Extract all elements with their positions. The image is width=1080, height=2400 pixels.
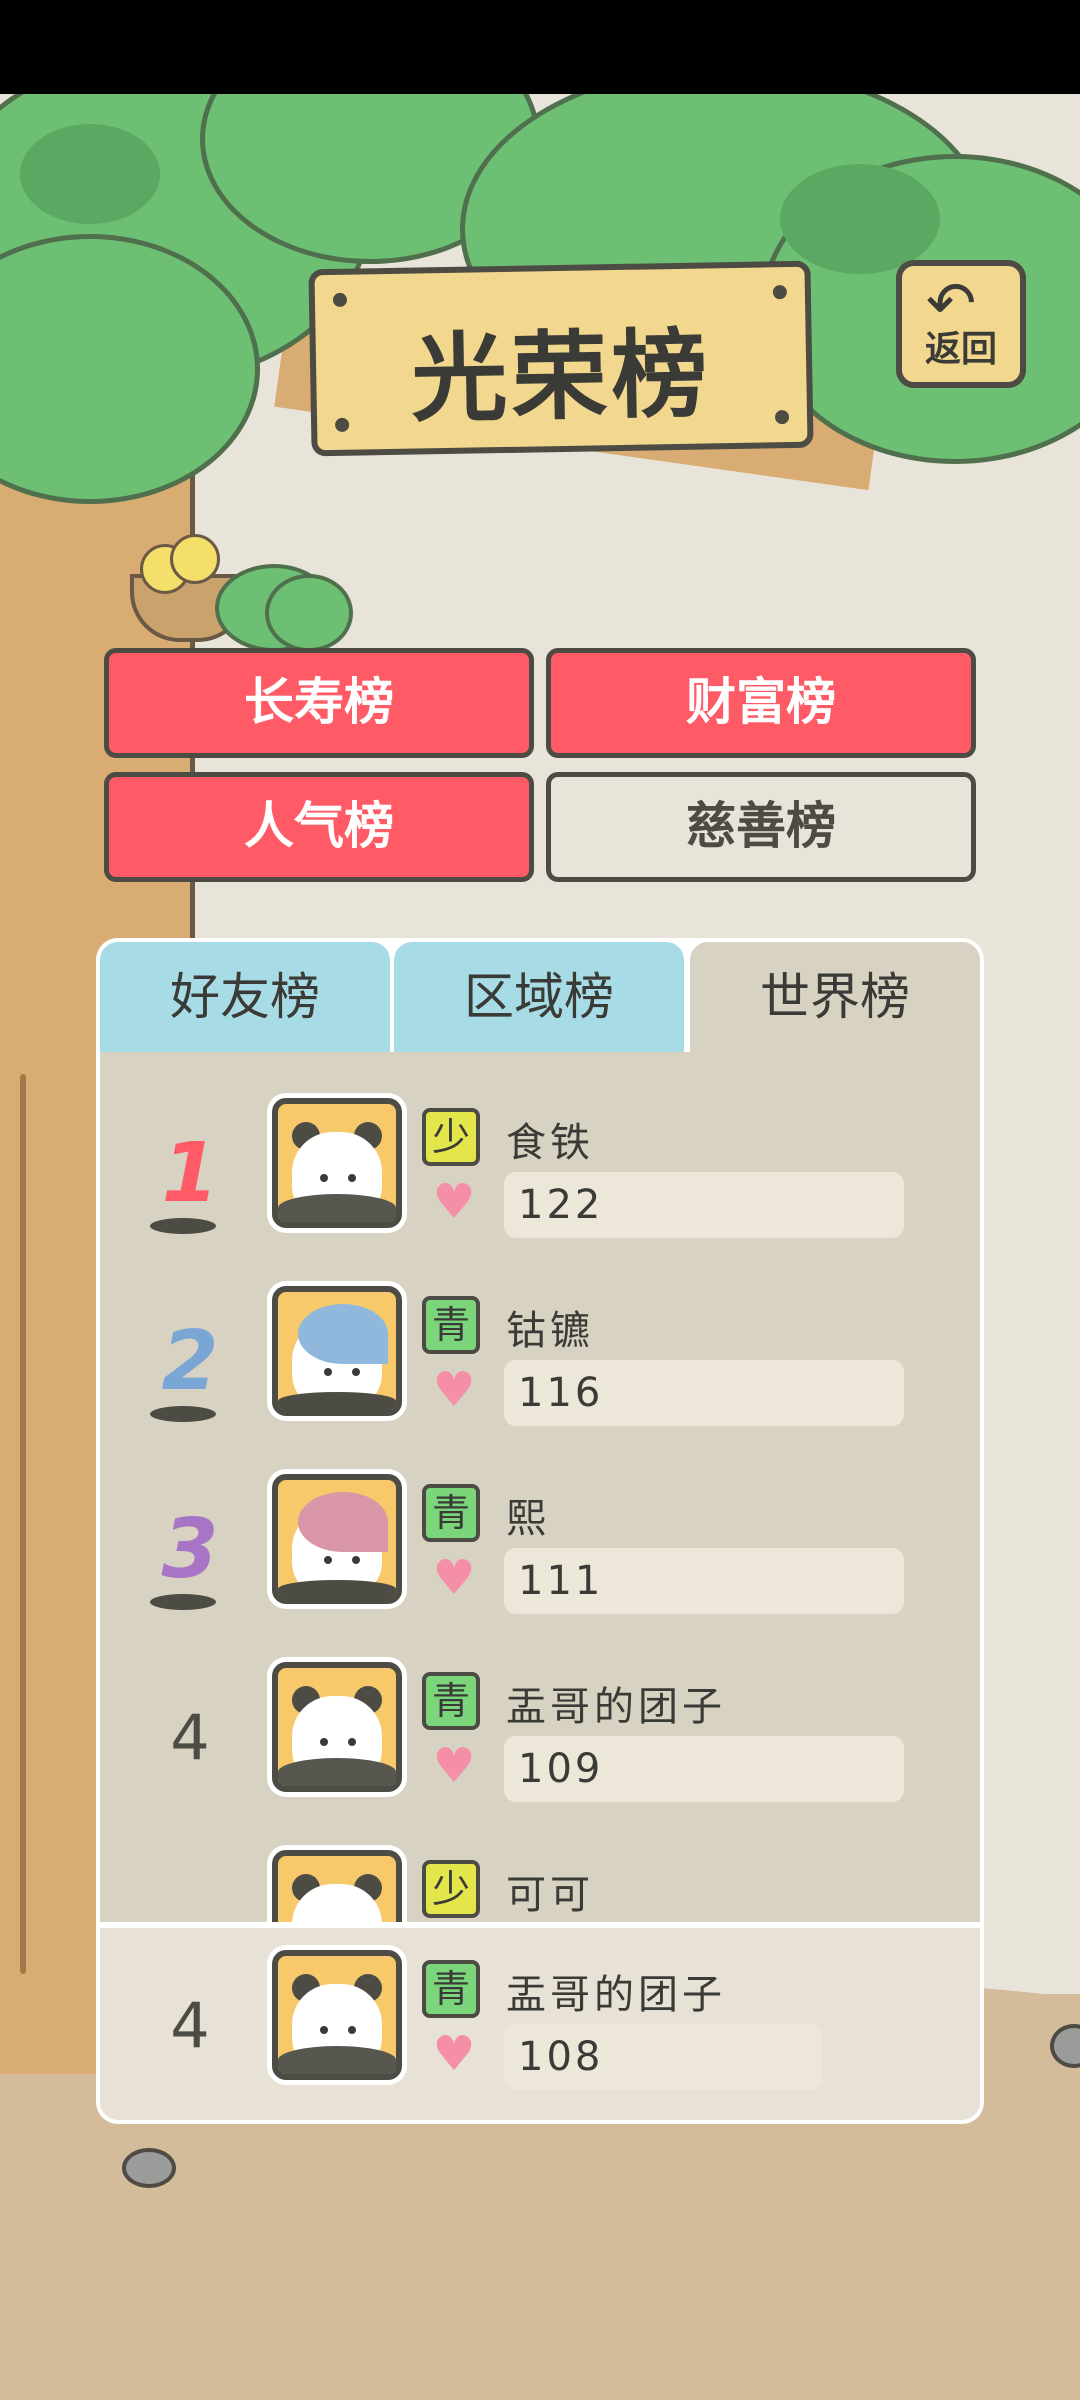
score-value: 122 — [518, 1182, 604, 1228]
growth-stage-badge: 青 — [422, 1672, 480, 1730]
growth-stage-badge: 青 — [422, 1484, 480, 1542]
pink-fin-avatar[interactable] — [272, 1474, 402, 1604]
ranking-row: 3 青 ♥ 熙 111 — [100, 1474, 980, 1662]
player-name: 熙 — [506, 1496, 550, 1542]
panda-avatar[interactable] — [272, 1098, 402, 1228]
leaderboard-panel: 好友榜 区域榜 世界榜 1 少 ♥ 食铁 122 2 青 ♥ 钴镳 116 3 … — [96, 938, 984, 2124]
category-popularity-button[interactable]: 人气榜 — [104, 772, 534, 882]
player-name: 食铁 — [506, 1120, 594, 1166]
player-name: 钴镳 — [506, 1308, 594, 1354]
blue-fin-avatar[interactable] — [272, 1286, 402, 1416]
my-rank-number: 4 — [170, 1989, 210, 2062]
title-sign: 光荣榜 — [308, 260, 814, 457]
player-name: 盂哥的团子 — [506, 1972, 726, 2018]
heart-icon: ♥ — [432, 2026, 476, 2082]
stone — [122, 2148, 176, 2188]
player-name: 可可 — [506, 1872, 594, 1918]
back-button[interactable]: ↶ 返回 — [896, 260, 1026, 388]
chick — [170, 534, 220, 584]
back-button-label: 返回 — [924, 329, 997, 370]
score-value: 109 — [518, 1746, 604, 1792]
score-value: 116 — [518, 1370, 604, 1416]
rank-number: 2 — [161, 1314, 219, 1409]
score-bar: 116 — [504, 1360, 904, 1426]
ranking-row: 2 青 ♥ 钴镳 116 — [100, 1286, 980, 1474]
rank-number: 3 — [161, 1502, 219, 1597]
player-name: 盂哥的团子 — [506, 1684, 726, 1730]
category-longevity-button[interactable]: 长寿榜 — [104, 648, 534, 758]
ranking-row: 少 可可 — [100, 1850, 980, 1922]
tab-world[interactable]: 世界榜 — [690, 942, 980, 1052]
score-value: 108 — [518, 2034, 604, 2080]
leaf-shade — [780, 164, 940, 274]
growth-stage-badge: 少 — [422, 1860, 480, 1918]
leaf-shade — [20, 124, 160, 224]
growth-stage-badge: 青 — [422, 1960, 480, 2018]
score-bar: 111 — [504, 1548, 904, 1614]
heart-icon: ♥ — [432, 1550, 476, 1606]
tree-bush — [265, 574, 353, 652]
heart-icon: ♥ — [432, 1362, 476, 1418]
heart-icon: ♥ — [432, 1738, 476, 1794]
score-value: 111 — [518, 1558, 604, 1604]
ranking-row: 1 少 ♥ 食铁 122 — [100, 1098, 980, 1286]
heart-icon: ♥ — [432, 1174, 476, 1230]
panda-avatar[interactable] — [272, 1950, 402, 2080]
tab-region[interactable]: 区域榜 — [394, 942, 684, 1052]
page-title: 光荣榜 — [410, 318, 713, 436]
ranking-row: 4 青 ♥ 盂哥的团子 109 — [100, 1662, 980, 1850]
panda-avatar[interactable] — [272, 1662, 402, 1792]
panda-avatar[interactable] — [272, 1850, 402, 1922]
growth-stage-badge: 少 — [422, 1108, 480, 1166]
rank-number: 1 — [161, 1126, 219, 1221]
growth-stage-badge: 青 — [422, 1296, 480, 1354]
ranking-list[interactable]: 1 少 ♥ 食铁 122 2 青 ♥ 钴镳 116 3 青 ♥ 熙 111 4 … — [100, 1052, 980, 1922]
tab-friends[interactable]: 好友榜 — [100, 942, 390, 1052]
category-wealth-button[interactable]: 财富榜 — [546, 648, 976, 758]
category-charity-button[interactable]: 慈善榜 — [546, 772, 976, 882]
score-bar: 122 — [504, 1172, 904, 1238]
score-bar: 109 — [504, 1736, 904, 1802]
my-ranking-row: 4 青 ♥ 盂哥的团子 108 — [100, 1928, 980, 2120]
rank-number: 4 — [170, 1701, 210, 1774]
score-bar: 108 — [504, 2024, 822, 2090]
